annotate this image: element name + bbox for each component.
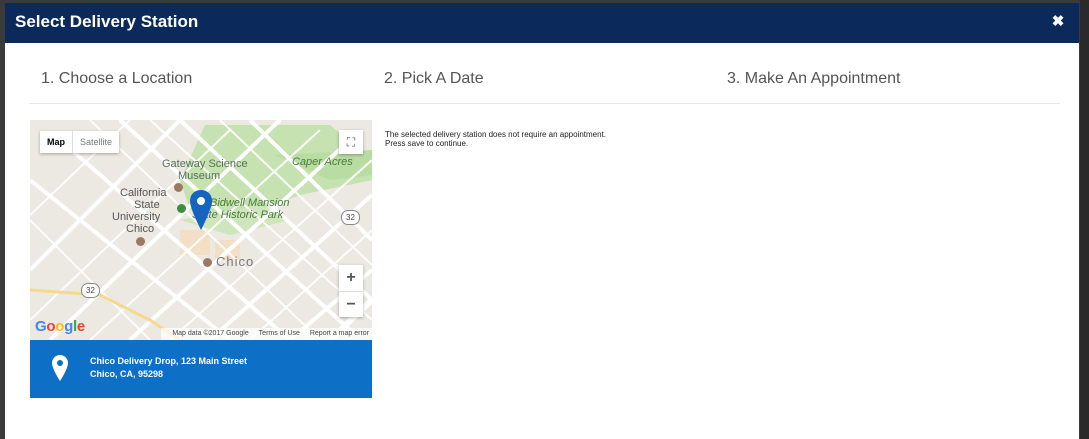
map-attribution: Map data ©2017 Google Terms of Use Repor… [161,328,372,340]
route-shield-icon: 32 [341,210,360,225]
map-pin-icon [52,355,68,381]
map-type-control: Map Satellite [40,131,120,153]
station-name: Chico Delivery Drop, 123 Main Street [90,356,248,366]
appointment-notice: The selected delivery station does not r… [385,130,606,148]
map-type-satellite-button[interactable]: Satellite [72,131,119,153]
museum-marker-icon [174,183,183,192]
zoom-control: + − [339,265,363,317]
map-label-bidwell: Bidwell Mansion [210,197,290,209]
step-pick-date[interactable]: 2. Pick A Date [384,70,484,88]
park-marker-icon [177,204,186,213]
steps-divider [29,103,1060,104]
map-label-state: State [134,199,160,211]
zoom-out-button[interactable]: − [339,291,363,318]
zoom-in-button[interactable]: + [339,265,363,291]
map-label-museum: Museum [178,170,221,182]
steps-bar: 1. Choose a Location 2. Pick A Date 3. M… [41,70,1061,100]
step-make-appointment[interactable]: 3. Make An Appointment [727,70,900,88]
notice-line-1: The selected delivery station does not r… [385,130,607,139]
map-label-chico-campus: Chico [126,223,155,235]
map[interactable]: Gateway Science Museum Caper Acres Calif… [30,120,372,340]
terms-link[interactable]: Terms of Use [259,330,300,337]
close-icon[interactable]: ✖ [1049,13,1067,31]
map-type-map-button[interactable]: Map [40,131,72,153]
selected-station-card[interactable]: Chico Delivery Drop, 123 Main Street Chi… [30,340,372,398]
station-address: Chico, CA, 95298 [90,369,164,379]
map-label-caper-acres: Caper Acres [292,156,353,168]
google-logo: Google [35,318,85,335]
map-label-california: California [120,187,167,199]
report-map-error-link[interactable]: Report a map error [310,330,369,337]
city-marker-icon [203,258,212,267]
modal-title: Select Delivery Station [15,12,199,31]
map-data-text: Map data ©2017 Google [172,330,249,337]
location-pin-icon[interactable] [190,190,212,230]
delivery-station-modal: Select Delivery Station ✖ 1. Choose a Lo… [5,3,1079,439]
backdrop-edge [1080,0,1089,439]
step-choose-location[interactable]: 1. Choose a Location [41,70,192,88]
map-label-university: University [112,211,161,223]
notice-line-2: Press save to continue. [385,139,469,148]
fullscreen-icon[interactable]: ⛶ [339,130,363,154]
route-shield-icon: 32 [81,283,100,298]
modal-header: Select Delivery Station ✖ [5,3,1079,43]
university-marker-icon [136,237,145,246]
map-canvas [30,120,372,340]
map-label-chico-city: Chico [216,254,255,269]
map-label-gateway: Gateway Science [162,158,248,170]
